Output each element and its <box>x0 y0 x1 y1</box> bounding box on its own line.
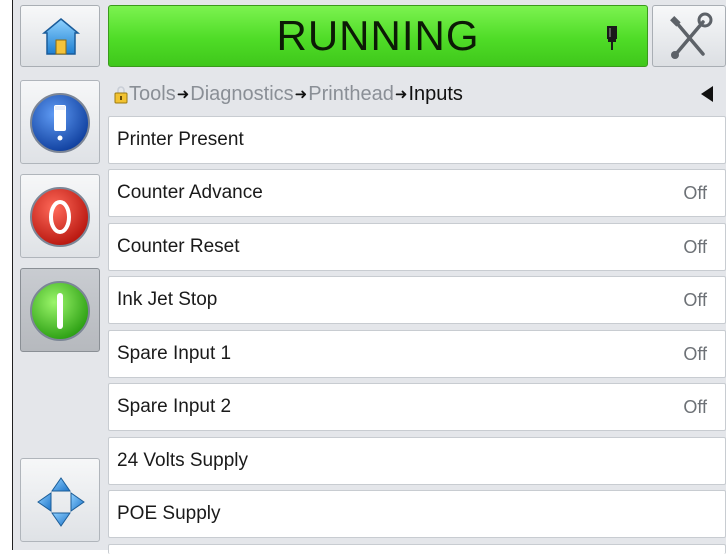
row-label: Counter Reset <box>117 236 240 257</box>
breadcrumb-item-tools[interactable]: Tools <box>129 83 176 106</box>
row-value: Off <box>683 289 707 310</box>
start-icon <box>30 281 90 341</box>
breadcrumb: Tools ➜ Diagnostics ➜ Printhead ➜ Inputs <box>108 74 726 114</box>
list-item-poe-supply[interactable]: POE Supply <box>108 490 726 538</box>
list-item-counter-reset[interactable]: Counter Reset Off <box>108 223 726 271</box>
status-bar[interactable]: RUNNING <box>108 5 648 67</box>
list-item-partial[interactable] <box>108 544 726 554</box>
row-label: Counter Advance <box>117 182 263 203</box>
stop-icon <box>30 187 90 247</box>
breadcrumb-item-inputs: Inputs <box>408 82 463 105</box>
row-label: Printer Present <box>117 129 244 150</box>
stop-button[interactable] <box>20 174 100 258</box>
home-button[interactable] <box>20 5 100 67</box>
row-value: Off <box>683 396 707 417</box>
list-item-ink-jet-stop[interactable]: Ink Jet Stop Off <box>108 276 726 324</box>
breadcrumb-separator-icon: ➜ <box>176 86 190 103</box>
status-beacon-icon <box>607 26 617 50</box>
back-arrow-icon[interactable] <box>700 85 714 103</box>
breadcrumb-item-diagnostics[interactable]: Diagnostics <box>190 83 293 106</box>
breadcrumb-separator-icon: ➜ <box>294 86 308 103</box>
lock-icon <box>114 86 128 104</box>
row-value: Off <box>683 236 707 257</box>
home-icon <box>41 18 81 55</box>
row-label: 24 Volts Supply <box>117 450 248 471</box>
navigate-button[interactable] <box>20 458 100 542</box>
row-label: Ink Jet Stop <box>117 289 218 310</box>
list-item-printer-present[interactable]: Printer Present <box>108 116 726 164</box>
sidebar-empty-slot <box>20 354 100 454</box>
row-value: Off <box>683 182 707 203</box>
list-item-spare-input-2[interactable]: Spare Input 2 Off <box>108 383 726 431</box>
list-item-counter-advance[interactable]: Counter Advance Off <box>108 169 726 217</box>
tools-button[interactable] <box>652 5 726 67</box>
start-button[interactable] <box>20 268 100 352</box>
breadcrumb-separator-icon: ➜ <box>394 86 408 103</box>
row-label: Spare Input 2 <box>117 396 232 417</box>
list-item-spare-input-1[interactable]: Spare Input 1 Off <box>108 330 726 378</box>
info-icon <box>30 93 90 153</box>
info-button[interactable] <box>20 80 100 164</box>
row-label: POE Supply <box>117 503 221 524</box>
navigate-arrows-icon <box>37 477 85 527</box>
row-label: Spare Input 1 <box>117 343 232 364</box>
status-text: RUNNING <box>276 12 480 59</box>
row-value: Off <box>683 343 707 364</box>
breadcrumb-item-printhead[interactable]: Printhead <box>308 83 394 106</box>
list-item-24-volts-supply[interactable]: 24 Volts Supply <box>108 437 726 485</box>
tools-icon <box>670 12 713 59</box>
